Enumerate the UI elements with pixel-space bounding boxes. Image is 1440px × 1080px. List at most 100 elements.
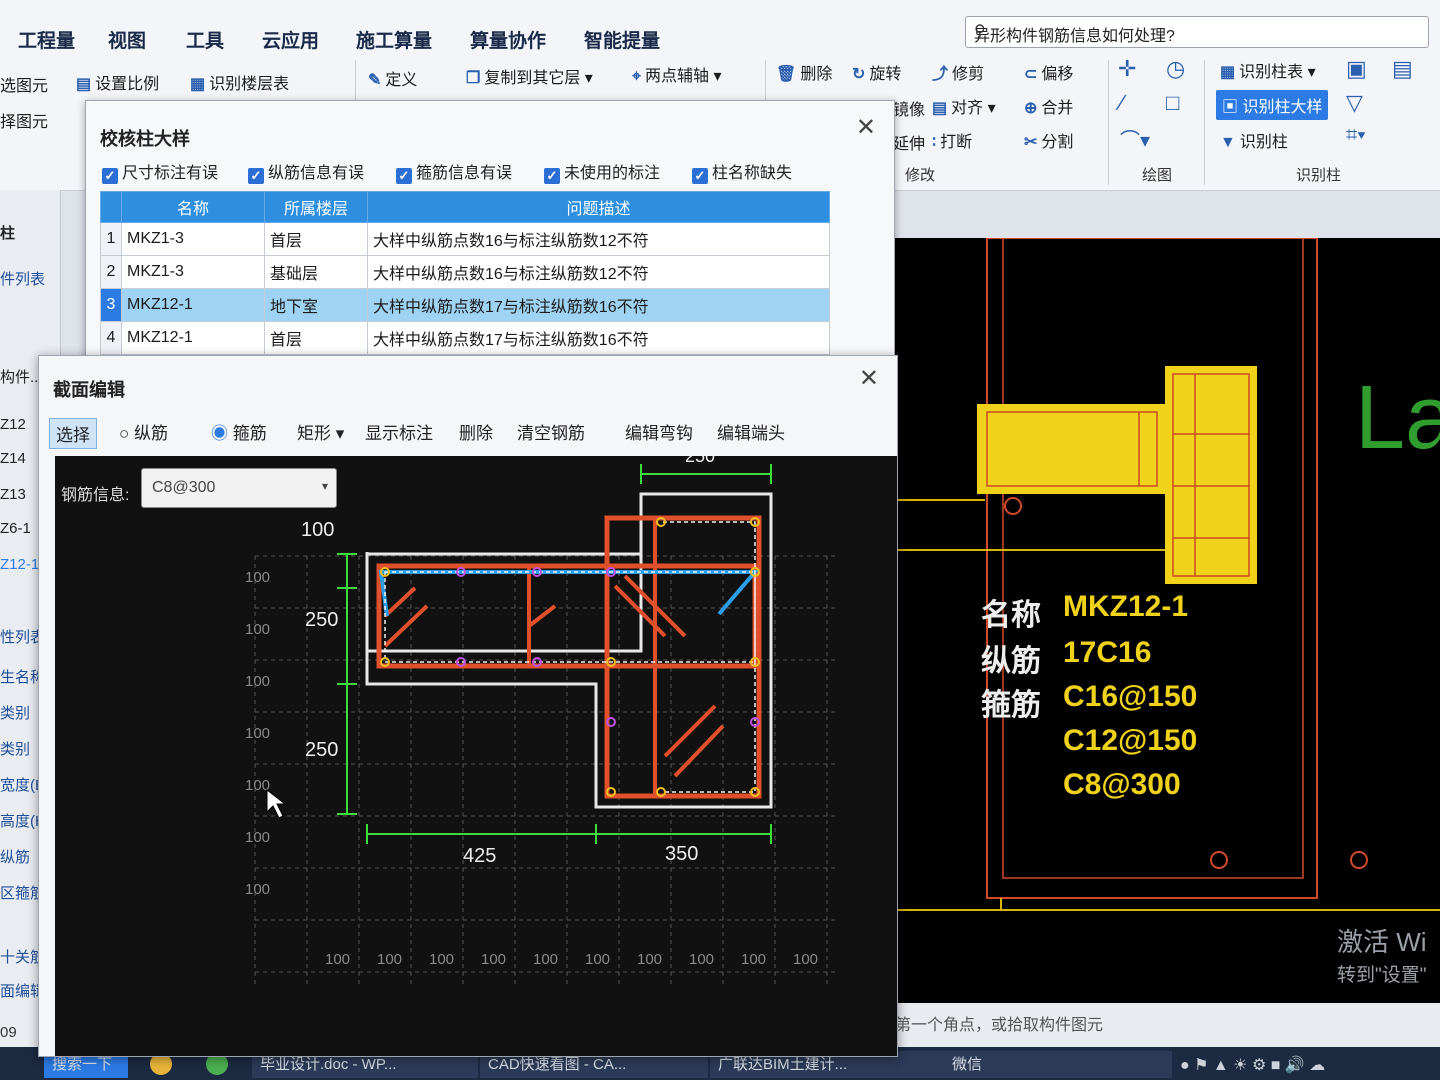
dim-left-mid: 250 (305, 609, 338, 631)
rotate-icon: ↻ (852, 66, 866, 83)
close-icon[interactable]: ✕ (856, 113, 876, 142)
select-button[interactable]: 选择 (49, 418, 97, 449)
cad-stir-value-2: C12@150 (1063, 724, 1198, 757)
taskbar-wechat[interactable]: 微信 (944, 1051, 1172, 1078)
section-outline (365, 492, 773, 809)
line-icon[interactable]: ∕ (1120, 90, 1124, 116)
rect-icon[interactable]: □ (1166, 90, 1179, 116)
select-graphic-button-2[interactable]: 择图元 (0, 108, 48, 132)
merge-button[interactable]: ⊕ 合并 (1024, 94, 1073, 118)
property-longitudinal: 纵筋 (0, 849, 31, 866)
cad-stir-value-1: C16@150 (1063, 680, 1198, 713)
point-icon[interactable]: ✛ (1118, 56, 1136, 82)
clear-rebar-button[interactable]: 清空钢筋 (517, 419, 585, 444)
scale-icon: ▤ (76, 76, 92, 93)
search-input[interactable]: 异形构件钢筋信息如何处理? ⚲ (965, 16, 1429, 48)
component-list-tab[interactable]: 件列表 (0, 268, 45, 289)
cad-viewport[interactable]: La 名称 MKZ12-1 纵筋 17C16 箍筋 C16@150 C12@15… (895, 238, 1440, 1003)
show-label-button[interactable]: 显示标注 (365, 419, 433, 444)
panel-title: 柱 (0, 225, 16, 242)
copy-to-floor-button[interactable]: ❐ 复制到其它层 ▾ (466, 64, 593, 88)
arc-icon[interactable]: ⌒▾ (1120, 124, 1150, 153)
edit-end-button[interactable]: 编辑端头 (717, 419, 785, 444)
edit-bend-button[interactable]: 编辑弯钩 (625, 419, 693, 444)
axis-icon: ⌖ (632, 68, 642, 85)
identify-column-button[interactable]: ▼ 识别柱 (1220, 128, 1288, 152)
close-icon[interactable]: ✕ (859, 364, 879, 393)
clock-icon[interactable]: ◷ (1166, 56, 1185, 82)
trim-button[interactable]: ⤴ 修剪 (932, 60, 984, 84)
grid-label-x: 100 (741, 951, 766, 968)
check-long-error[interactable]: ✓ 纵筋信息有误 (248, 159, 364, 184)
list-item[interactable]: Z13 (0, 486, 26, 503)
check-column-dialog: 校核柱大样 ✕ ✓ 尺寸标注有误 ✓ 纵筋信息有误 ✓ 箍筋信息有误 ✓ 未使用的标注 … (85, 100, 895, 372)
more-icon[interactable]: ⌗▾ (1346, 124, 1366, 147)
expand-icon[interactable]: ▣ (1346, 56, 1367, 82)
list-item[interactable]: Z12 (0, 416, 26, 433)
check-stirrup-error[interactable]: ✓ 箍筋信息有误 (396, 159, 512, 184)
select-graphic-button[interactable]: 选图元 (0, 72, 48, 96)
section-canvas[interactable]: 钢筋信息: C8@300 ▾ 100 250 250 425 350 250 1… (55, 456, 897, 1056)
tray-icons[interactable]: ● ⚑ ▲ ☀ ⚙ ■ 🔊 ☁ (1180, 1055, 1325, 1075)
table-row[interactable]: 4 MKZ12-1 首层 大样中纵筋点数17与标注纵筋数16不符 (100, 321, 830, 355)
trim-icon: ⤴ (932, 66, 949, 83)
list-item-selected[interactable]: Z12-1 (0, 556, 39, 573)
grid-label-y: 100 (245, 777, 270, 794)
stirrup-guide (663, 521, 756, 793)
col-floor[interactable]: 所属楼层 (264, 191, 368, 223)
selected-stirrup (378, 570, 760, 617)
tab-smart[interactable]: 智能提量 (584, 26, 660, 53)
table-row[interactable]: 1 MKZ1-3 首层 大样中纵筋点数16与标注纵筋数12不符 (100, 222, 830, 256)
identify-column-detail-button[interactable]: ▣ 识别柱大样 (1216, 90, 1329, 120)
table-icon: ▦ (1220, 64, 1236, 81)
identify-column-table-button[interactable]: ▦ 识别柱表 ▾ (1220, 58, 1316, 82)
tab-view[interactable]: 视图 (108, 26, 146, 53)
set-scale-button[interactable]: ▤ 设置比例 (76, 70, 159, 94)
mirror-button[interactable]: 镜像 (893, 96, 925, 120)
section-drawing: 100 250 250 425 350 250 100 100 100 100 100 1… (245, 456, 835, 986)
stirrup-radio[interactable]: ◉ 箍筋 (211, 419, 267, 444)
grid-label-x: 100 (481, 951, 506, 968)
tab-tools[interactable]: 工具 (186, 26, 224, 53)
tab-quantity[interactable]: 工程量 (18, 26, 75, 53)
checkbox-icon: ✓ (102, 168, 118, 184)
draw-group-label: 绘图 (1142, 167, 1173, 184)
grid-label-x: 100 (377, 951, 402, 968)
tab-collab[interactable]: 算量协作 (470, 26, 546, 53)
list-item[interactable]: Z14 (0, 450, 26, 467)
define-button[interactable]: ✎ 定义 (368, 66, 417, 90)
check-size-error[interactable]: ✓ 尺寸标注有误 (102, 159, 218, 184)
activation-watermark: 激活 Wi (1337, 927, 1427, 957)
delete-button[interactable]: 🗑 删除 (776, 60, 832, 84)
tab-cloud[interactable]: 云应用 (262, 26, 319, 53)
check-unused-label[interactable]: ✓ 未使用的标注 (544, 159, 660, 184)
copy-icon: ❐ (466, 70, 481, 87)
break-button[interactable]: ∶ 打断 (932, 128, 972, 152)
delete-rebar-button[interactable]: 删除 (459, 419, 493, 444)
align-button[interactable]: ▤ 对齐 ▾ (932, 94, 996, 118)
rotate-button[interactable]: ↻ 旋转 (852, 60, 901, 84)
identify-floor-table-button[interactable]: ▦ 识别楼层表 (190, 70, 289, 94)
table-row-selected[interactable]: 3 MKZ12-1 地下室 大样中纵筋点数17与标注纵筋数16不符 (100, 288, 830, 322)
list-item[interactable]: Z6-1 (0, 520, 31, 537)
layer-icon[interactable]: ▤ (1392, 56, 1413, 82)
table-row[interactable]: 2 MKZ1-3 基础层 大样中纵筋点数16与标注纵筋数12不符 (100, 255, 830, 289)
two-point-axis-button[interactable]: ⌖ 两点辅轴 ▾ (632, 62, 722, 86)
tab-construction[interactable]: 施工算量 (356, 26, 432, 53)
search-icon: ⚲ (974, 23, 986, 40)
radio-icon: ○ (119, 424, 134, 443)
cad-stir-key: 箍筋 (981, 689, 1041, 722)
col-desc[interactable]: 问题描述 (367, 191, 830, 223)
extend-button[interactable]: 延伸 (893, 130, 925, 154)
property-type-2: 类别 (0, 741, 31, 758)
split-button[interactable]: ✂ 分割 (1024, 128, 1073, 152)
col-name[interactable]: 名称 (121, 191, 265, 223)
table-corner (100, 191, 122, 223)
check-name-missing[interactable]: ✓ 柱名称缺失 (692, 159, 792, 184)
grid-label-y: 100 (245, 673, 270, 690)
filter-icon[interactable]: ▽ (1346, 90, 1363, 116)
longitudinal-radio[interactable]: ○ 纵筋 (119, 419, 168, 444)
offset-button[interactable]: ⊂ 偏移 (1024, 60, 1073, 84)
rect-dropdown[interactable]: 矩形 ▾ (297, 419, 344, 444)
identify-column-group-label: 识别柱 (1296, 167, 1342, 184)
